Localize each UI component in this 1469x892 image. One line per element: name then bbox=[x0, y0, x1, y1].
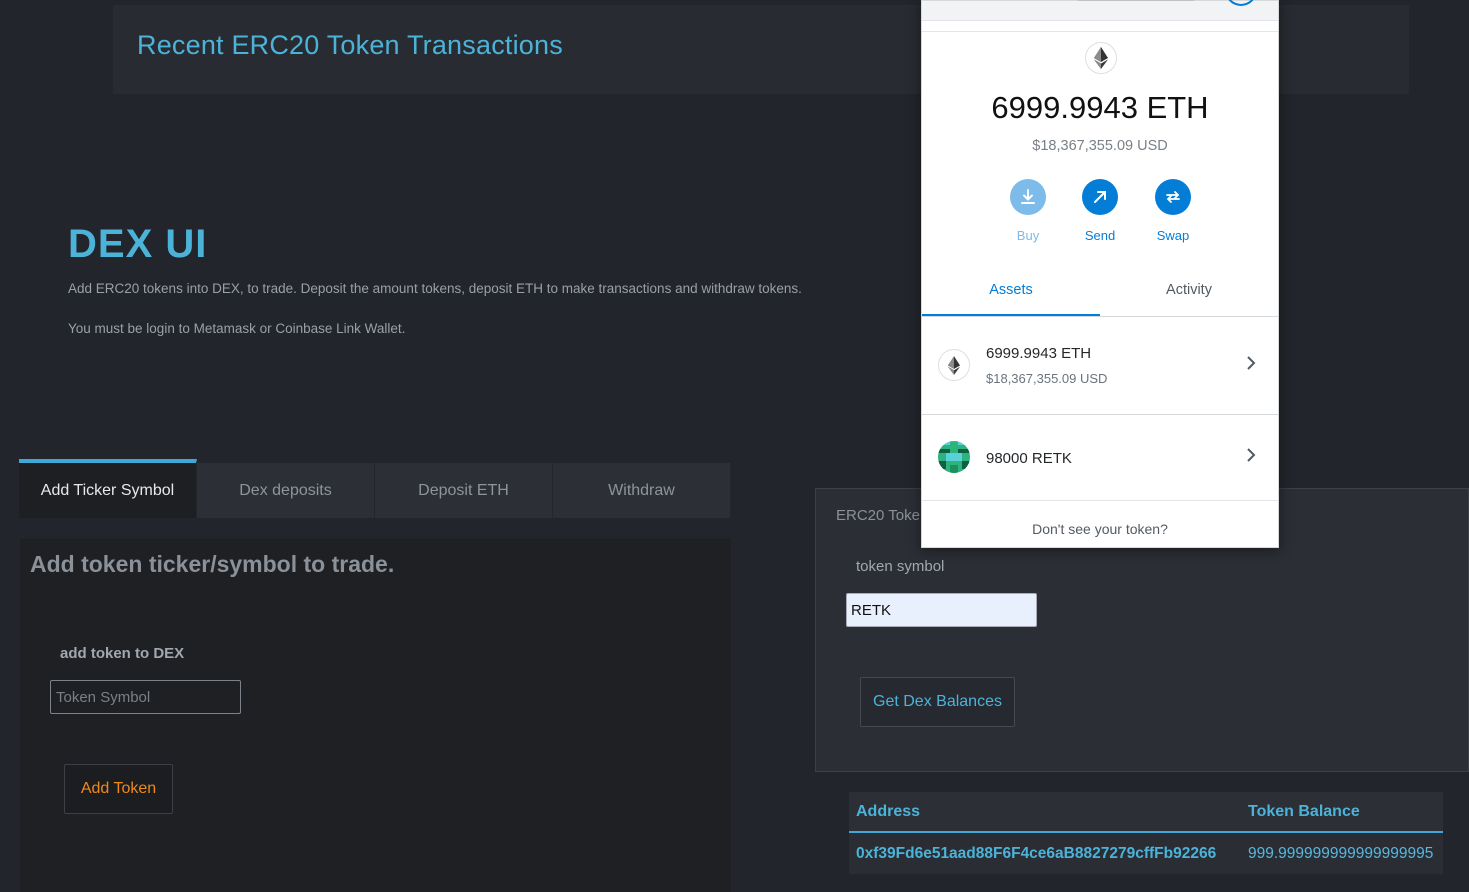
table-header-row: Address Token Balance bbox=[849, 792, 1443, 833]
cell-address: 0xf39Fd6e51aad88F6F4ce6aB8827279cffFb922… bbox=[849, 832, 1241, 874]
buy-label: Buy bbox=[1016, 228, 1040, 243]
column-header-address: Address bbox=[849, 792, 1241, 833]
dex-tabs: Add Ticker Symbol Dex deposits Deposit E… bbox=[19, 459, 731, 518]
cell-token-balance: 999.999999999999999995 bbox=[1241, 832, 1443, 874]
tab-dex-deposits[interactable]: Dex deposits bbox=[197, 463, 375, 518]
dont-see-token-link[interactable]: Don't see your token? bbox=[922, 521, 1278, 537]
table-row: 0xf39Fd6e51aad88F6F4ce6aB8827279cffFb922… bbox=[849, 832, 1443, 874]
metamask-popup: 6999.9943 ETH $18,367,355.09 USD Buy Sen… bbox=[921, 0, 1279, 548]
page-description: Add ERC20 tokens into DEX, to trade. Dep… bbox=[68, 281, 802, 296]
retk-token-icon bbox=[938, 441, 970, 473]
chevron-right-icon bbox=[1246, 354, 1256, 377]
asset-usd: $18,367,355.09 USD bbox=[986, 371, 1108, 386]
network-pill[interactable] bbox=[1077, 0, 1195, 1]
swap-label: Swap bbox=[1156, 228, 1190, 243]
download-icon bbox=[1010, 179, 1046, 215]
metamask-tabs: Assets Activity bbox=[922, 269, 1278, 317]
column-header-token-balance: Token Balance bbox=[1241, 792, 1443, 833]
wallet-balance: 6999.9943 ETH bbox=[991, 90, 1209, 125]
add-token-button[interactable]: Add Token bbox=[64, 764, 173, 814]
swap-icon bbox=[1155, 179, 1191, 215]
tab-assets[interactable]: Assets bbox=[922, 269, 1100, 316]
add-token-heading: Add token ticker/symbol to trade. bbox=[30, 551, 395, 577]
token-symbol-input[interactable] bbox=[50, 680, 241, 714]
tab-withdraw[interactable]: Withdraw bbox=[553, 463, 731, 518]
ethereum-icon bbox=[938, 349, 970, 381]
login-note: You must be login to Metamask or Coinbas… bbox=[68, 321, 406, 336]
token-symbol-label: token symbol bbox=[856, 558, 945, 575]
asset-name: 98000 RETK bbox=[986, 450, 1072, 467]
add-token-panel bbox=[20, 539, 731, 892]
wallet-balance-usd: $18,367,355.09 USD bbox=[1032, 138, 1168, 154]
get-dex-balances-button[interactable]: Get Dex Balances bbox=[860, 677, 1015, 727]
send-label: Send bbox=[1084, 228, 1116, 243]
balances-table: Address Token Balance 0xf39Fd6e51aad88F6… bbox=[849, 792, 1443, 874]
divider bbox=[922, 31, 1278, 32]
metamask-header bbox=[922, 1, 1278, 21]
asset-row-retk[interactable]: 98000 RETK bbox=[922, 415, 1278, 501]
ethereum-icon bbox=[1085, 42, 1117, 74]
add-token-label: add token to DEX bbox=[60, 645, 185, 662]
balance-token-symbol-input[interactable] bbox=[846, 593, 1037, 627]
balances-panel-title: ERC20 Toke bbox=[836, 507, 920, 524]
tab-add-ticker-symbol[interactable]: Add Ticker Symbol bbox=[19, 459, 197, 518]
asset-name: 6999.9943 ETH bbox=[986, 345, 1092, 362]
tab-activity[interactable]: Activity bbox=[1100, 269, 1278, 316]
arrow-up-right-icon bbox=[1082, 179, 1118, 215]
chevron-right-icon bbox=[1246, 446, 1256, 469]
recent-transactions-title: Recent ERC20 Token Transactions bbox=[137, 30, 563, 60]
send-button[interactable]: Send bbox=[1076, 179, 1124, 243]
swap-button[interactable]: Swap bbox=[1149, 179, 1197, 243]
tab-deposit-eth[interactable]: Deposit ETH bbox=[375, 463, 553, 518]
page-title: DEX UI bbox=[68, 222, 208, 266]
buy-button[interactable]: Buy bbox=[1004, 179, 1052, 243]
asset-row-eth[interactable]: 6999.9943 ETH $18,367,355.09 USD bbox=[922, 318, 1278, 415]
